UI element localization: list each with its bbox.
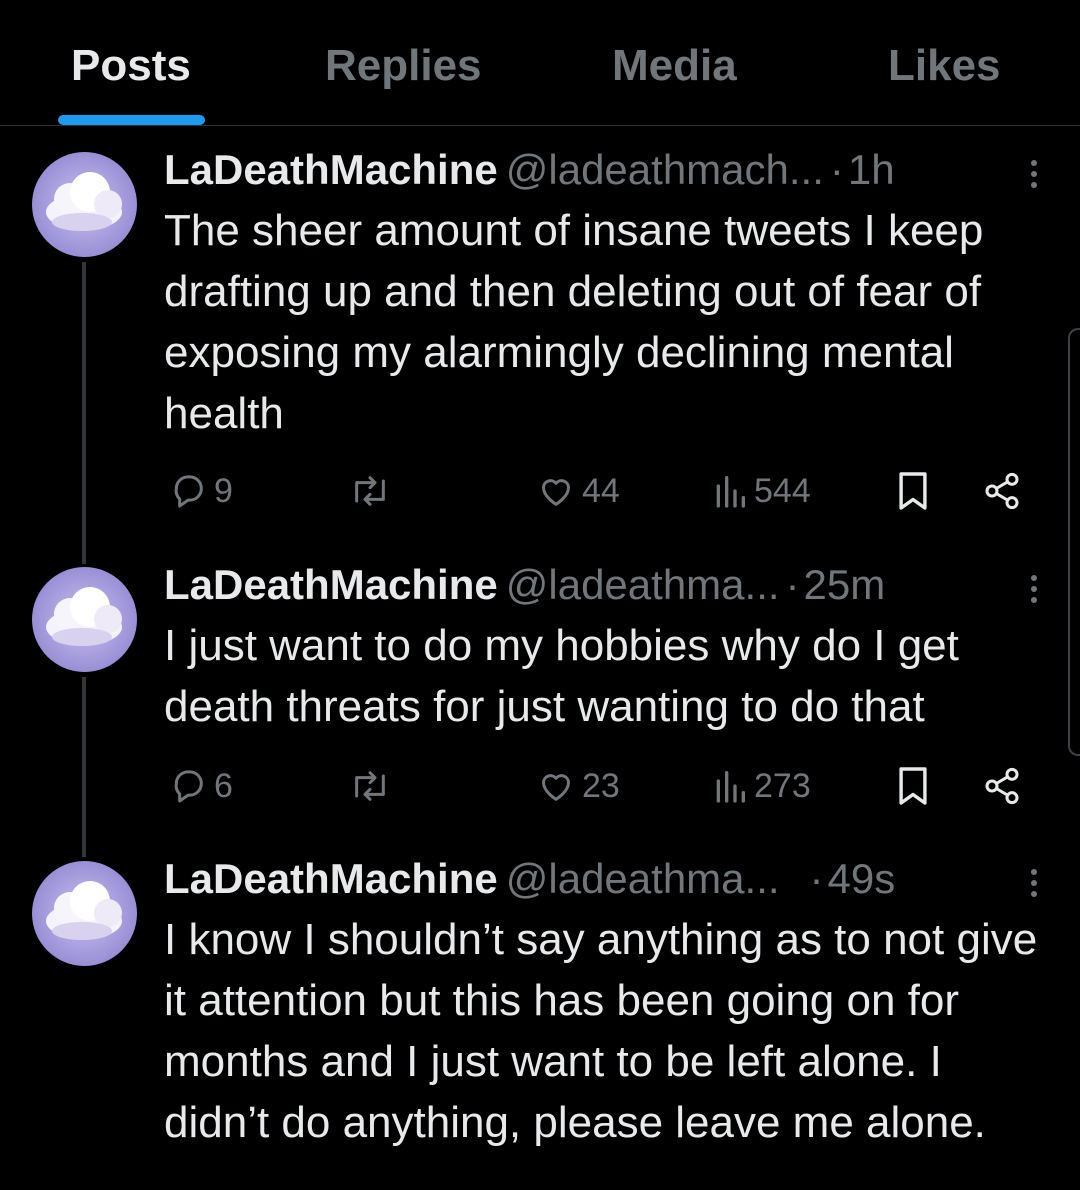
reply-count: 6 (214, 766, 233, 805)
user-handle[interactable]: @ladeathma... (506, 561, 780, 608)
repost-icon (355, 771, 385, 801)
more-icon[interactable] (1028, 154, 1040, 194)
active-tab-indicator (58, 115, 205, 125)
share-icon (985, 767, 1019, 805)
more-icon[interactable] (1028, 863, 1040, 903)
view-count: 544 (754, 471, 811, 510)
share-button[interactable] (982, 761, 1022, 811)
reply-button[interactable]: 9 (168, 466, 233, 516)
bookmark-button[interactable] (896, 466, 930, 516)
like-icon (542, 479, 570, 506)
views-button[interactable]: 544 (712, 466, 811, 516)
post[interactable]: LaDeathMachine @ladeathma... ·25m I just w… (0, 557, 1080, 827)
views-icon (716, 771, 745, 803)
reply-icon (174, 475, 203, 508)
reply-count: 9 (214, 471, 233, 510)
tab-media[interactable]: Media (612, 40, 737, 92)
bookmark-icon (899, 472, 927, 510)
repost-button[interactable] (346, 761, 394, 811)
scrollbar-thumb[interactable] (1068, 328, 1080, 756)
repost-button[interactable] (346, 466, 394, 516)
display-name[interactable]: LaDeathMachine (164, 561, 498, 608)
tab-posts[interactable]: Posts (71, 40, 191, 92)
avatar[interactable] (32, 567, 137, 672)
post-actions: 6 23 273 (164, 761, 1034, 811)
avatar[interactable] (32, 152, 137, 257)
cloud-avatar-icon (32, 152, 137, 257)
post-text: I know I shouldn’t say anything as to no… (164, 915, 1038, 1147)
share-button[interactable] (982, 466, 1022, 516)
separator: · (809, 855, 824, 902)
post[interactable]: LaDeathMachine @ladeathmach... ·1h The she… (0, 142, 1080, 532)
views-button[interactable]: 273 (712, 761, 811, 811)
cloud-avatar-icon (32, 567, 137, 672)
post-text: The sheer amount of insane tweets I keep… (164, 206, 984, 438)
separator: · (785, 561, 800, 608)
user-handle[interactable]: @ladeathma... (506, 855, 780, 902)
timestamp[interactable]: 1h (848, 146, 895, 193)
bookmark-icon (899, 767, 927, 805)
like-count: 44 (582, 471, 620, 510)
avatar[interactable] (32, 861, 137, 966)
post-header: LaDeathMachine @ladeathmach... ·1h (164, 142, 895, 198)
view-count: 273 (754, 766, 811, 805)
display-name[interactable]: LaDeathMachine (164, 855, 498, 902)
post-header: LaDeathMachine @ladeathma... ·25m (164, 557, 885, 613)
reply-button[interactable]: 6 (168, 761, 233, 811)
post-header: LaDeathMachine @ladeathma... ·49s (164, 851, 895, 907)
tab-likes[interactable]: Likes (888, 40, 1001, 92)
user-handle[interactable]: @ladeathmach... (506, 146, 824, 193)
profile-tabs: Posts Replies Media Likes (0, 0, 1080, 126)
separator: · (829, 146, 844, 193)
repost-icon (355, 476, 385, 506)
reply-icon (174, 770, 203, 803)
timestamp[interactable]: 49s (828, 855, 896, 902)
views-icon (716, 476, 745, 508)
post-text: I just want to do my hobbies why do I ge… (164, 621, 959, 731)
like-count: 23 (582, 766, 620, 805)
cloud-avatar-icon (32, 861, 137, 966)
share-icon (985, 472, 1019, 510)
timestamp[interactable]: 25m (804, 561, 886, 608)
post-actions: 9 44 544 (164, 466, 1034, 516)
display-name[interactable]: LaDeathMachine (164, 146, 498, 193)
like-button[interactable]: 23 (536, 761, 620, 811)
more-icon[interactable] (1028, 569, 1040, 609)
bookmark-button[interactable] (896, 761, 930, 811)
tab-replies[interactable]: Replies (325, 40, 482, 92)
post[interactable]: LaDeathMachine @ladeathma... ·49s I know I… (0, 851, 1080, 1190)
like-icon (542, 774, 570, 801)
like-button[interactable]: 44 (536, 466, 620, 516)
